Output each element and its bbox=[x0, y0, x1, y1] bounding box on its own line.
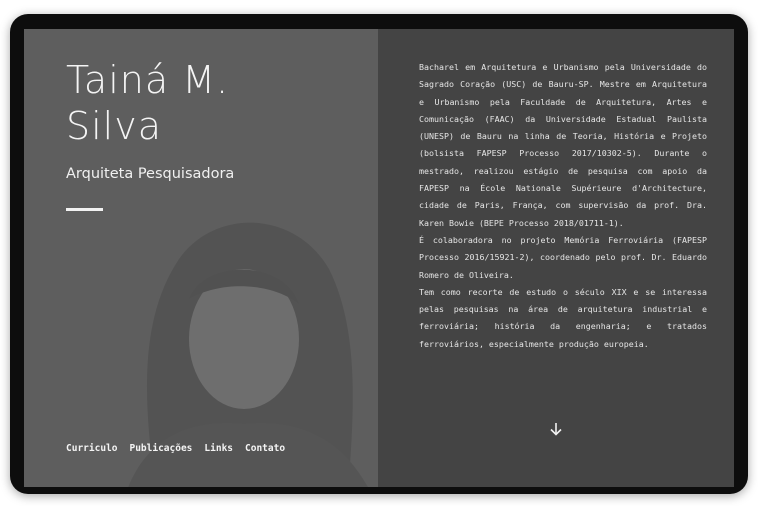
bio-paragraph: Tem como recorte de estudo o século XIX … bbox=[419, 286, 707, 349]
nav-link-contato[interactable]: Contato bbox=[245, 443, 285, 454]
arrow-down-icon[interactable] bbox=[548, 421, 564, 437]
role-subtitle: Arquiteta Pesquisadora bbox=[66, 166, 235, 182]
bio-text: Bacharel em Arquitetura e Urbanismo pela… bbox=[419, 59, 707, 353]
bio-paragraph: Bacharel em Arquitetura e Urbanismo pela… bbox=[419, 62, 707, 228]
bio-panel: Bacharel em Arquitetura e Urbanismo pela… bbox=[378, 29, 734, 487]
nav-link-publicacoes[interactable]: Publicações bbox=[129, 443, 192, 454]
title-divider bbox=[66, 208, 103, 211]
main-nav: Curriculo Publicações Links Contato bbox=[66, 443, 285, 454]
nav-link-curriculo[interactable]: Curriculo bbox=[66, 443, 117, 454]
hero-panel: Tainá M. Silva Arquiteta Pesquisadora Cu… bbox=[24, 29, 378, 487]
portrait-photo bbox=[128, 222, 368, 487]
name-line-1: Tainá M. bbox=[66, 58, 230, 102]
bio-paragraph: É colaboradora no projeto Memória Ferrov… bbox=[419, 234, 707, 280]
website-screen: Tainá M. Silva Arquiteta Pesquisadora Cu… bbox=[24, 29, 734, 487]
name-line-2: Silva bbox=[66, 104, 163, 148]
page-title: Tainá M. Silva bbox=[66, 57, 229, 149]
nav-link-links[interactable]: Links bbox=[204, 443, 233, 454]
